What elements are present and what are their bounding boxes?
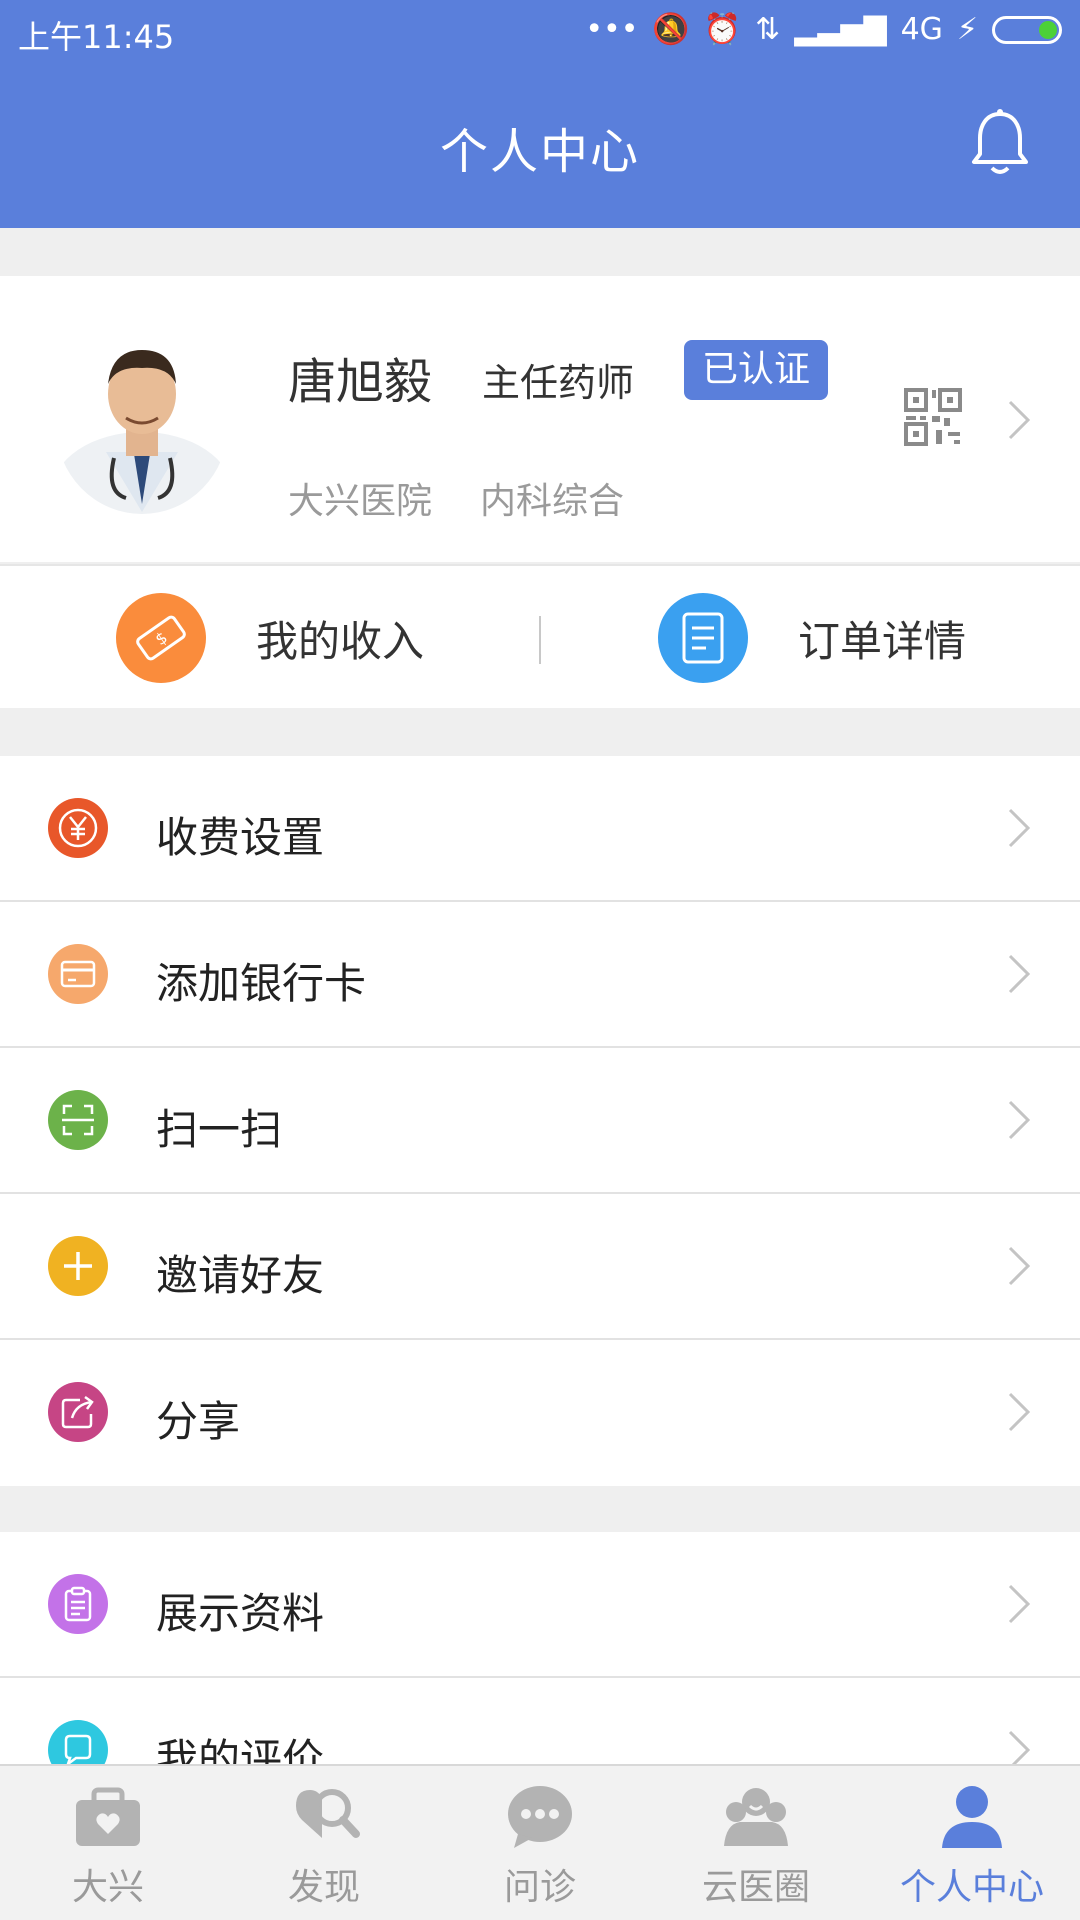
signal-icon: ▂▃▅▇ (794, 12, 887, 47)
divider (539, 616, 541, 664)
chevron-right-icon (1008, 1392, 1031, 1432)
order-details-label: 订单详情 (798, 616, 967, 666)
menu-item-fee-settings[interactable]: 收费设置 (0, 756, 1080, 902)
order-details-button[interactable]: 订单详情 (658, 592, 966, 684)
doctor-department: 内科综合 (480, 481, 625, 522)
data-transfer-icon: ⇅ (755, 12, 781, 47)
quick-actions: $ 我的收入 订单详情 (0, 564, 1080, 708)
doctor-hospital: 大兴医院 (288, 481, 433, 522)
menu-item-display-profile[interactable]: 展示资料 (0, 1532, 1080, 1678)
document-icon (658, 593, 748, 683)
tab-label: 云医圈 (701, 1867, 810, 1908)
menu-item-label: 展示资料 (156, 1589, 325, 1638)
tab-consult[interactable]: 问诊 (432, 1766, 648, 1920)
menu-item-invite-friends[interactable]: 邀请好友 (0, 1194, 1080, 1340)
person-icon (942, 1786, 1002, 1848)
group-icon (724, 1788, 788, 1846)
more-dots-icon: ••• (585, 12, 639, 47)
menu-item-label: 分享 (156, 1397, 241, 1446)
money-icon: $ (116, 593, 206, 683)
chevron-right-icon (1008, 808, 1031, 848)
doctor-name: 唐旭毅 (288, 354, 433, 410)
tab-discover[interactable]: 发现 (216, 1766, 432, 1920)
card-icon (48, 944, 108, 1004)
menu-item-share[interactable]: 分享 (0, 1340, 1080, 1486)
chevron-right-icon (1008, 1100, 1031, 1140)
my-income-label: 我的收入 (256, 616, 425, 666)
bottom-tab-bar: 大兴 发现 问诊 云医圈 个人中心 (0, 1764, 1080, 1920)
status-time: 上午11:45 (18, 18, 175, 56)
tab-label: 发现 (287, 1867, 360, 1908)
verified-badge: 已认证 (684, 340, 829, 400)
profile-card[interactable]: 唐旭毅 主任药师 已认证 大兴医院 内科综合 (0, 276, 1080, 562)
menu-item-label: 收费设置 (156, 813, 325, 862)
menu-item-add-bank-card[interactable]: 添加银行卡 (0, 902, 1080, 1048)
my-income-button[interactable]: $ 我的收入 (116, 592, 424, 684)
page-title: 个人中心 (439, 124, 640, 180)
tab-label: 问诊 (503, 1867, 576, 1908)
tab-cloud-circle[interactable]: 云医圈 (648, 1766, 864, 1920)
qr-code-icon[interactable] (904, 388, 962, 446)
status-icons: ••• 🔕 ⏰ ⇅ ▂▃▅▇ 4G ⚡ (585, 12, 1062, 48)
tab-daxing[interactable]: 大兴 (0, 1766, 216, 1920)
bell-icon[interactable] (968, 108, 1032, 180)
chevron-right-icon (1008, 954, 1031, 994)
chevron-right-icon (1008, 1246, 1031, 1286)
alarm-icon: ⏰ (703, 12, 742, 47)
chevron-right-icon (1008, 1584, 1031, 1624)
menu-item-scan[interactable]: 扫一扫 (0, 1048, 1080, 1194)
plus-icon (48, 1236, 108, 1296)
tab-label: 个人中心 (899, 1867, 1044, 1908)
discover-icon (296, 1789, 360, 1838)
status-bar: 上午11:45 ••• 🔕 ⏰ ⇅ ▂▃▅▇ 4G ⚡ (0, 0, 1080, 62)
doctor-title: 主任药师 (482, 361, 635, 405)
mute-icon: 🔕 (652, 12, 690, 47)
yen-icon (48, 798, 108, 858)
battery-icon (992, 16, 1062, 44)
menu-item-label: 添加银行卡 (156, 959, 367, 1008)
avatar (56, 322, 228, 514)
network-label: 4G (900, 12, 943, 47)
chevron-right-icon (1008, 400, 1031, 440)
menu-item-label: 扫一扫 (156, 1105, 283, 1154)
settings-menu: 收费设置 添加银行卡 扫一扫 邀请好友 分享 (0, 756, 1080, 1486)
scan-icon (48, 1090, 108, 1150)
tab-label: 大兴 (71, 1867, 144, 1908)
charging-icon: ⚡ (956, 12, 978, 47)
app-header: 上午11:45 ••• 🔕 ⏰ ⇅ ▂▃▅▇ 4G ⚡ 个人中心 (0, 0, 1080, 228)
medkit-icon (76, 1787, 140, 1846)
share-icon (48, 1382, 108, 1442)
menu-item-label: 邀请好友 (156, 1251, 325, 1300)
clipboard-icon (48, 1574, 108, 1634)
consult-icon (508, 1786, 572, 1848)
tab-profile[interactable]: 个人中心 (864, 1766, 1080, 1920)
